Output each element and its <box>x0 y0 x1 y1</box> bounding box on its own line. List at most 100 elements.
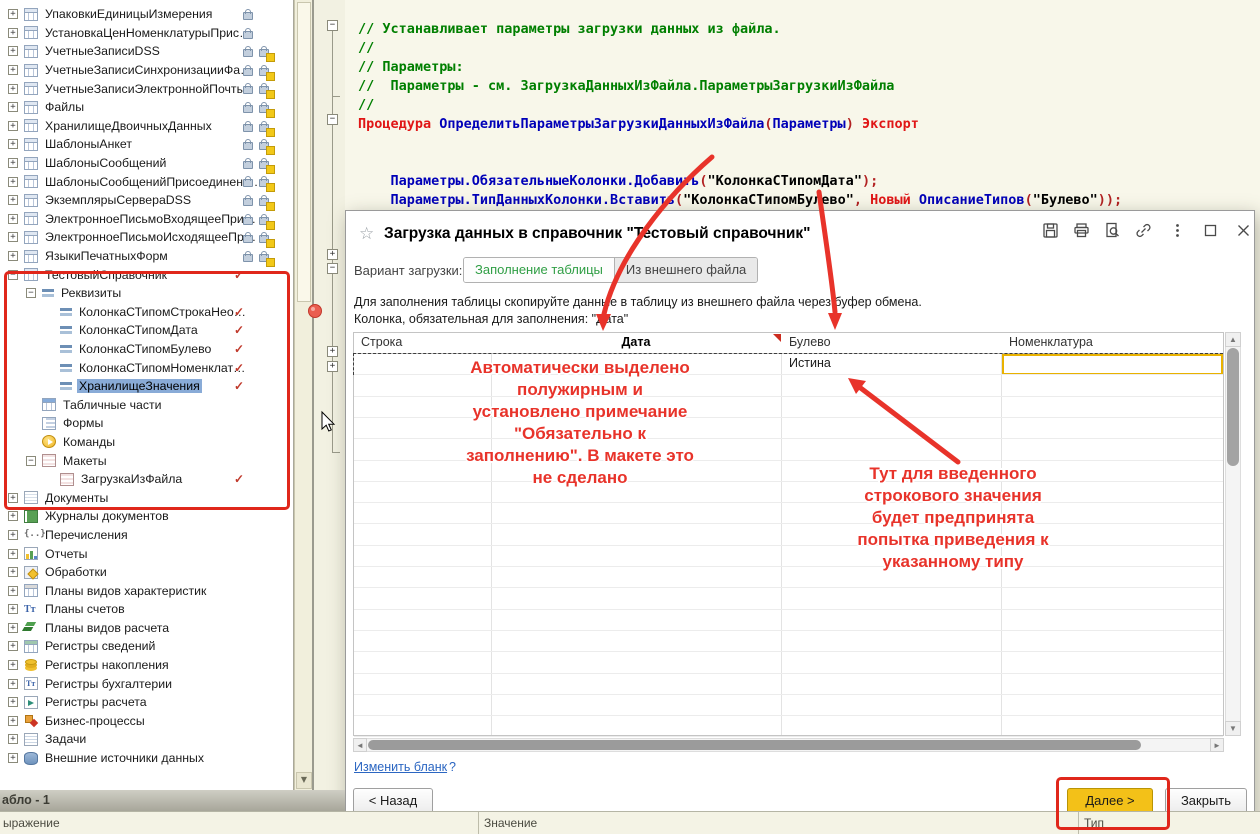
expand-icon[interactable]: + <box>8 604 18 614</box>
tree-item[interactable]: +УчетныеЗаписиСинхронизацииФа… <box>0 61 293 80</box>
tree-scrollbar-thumb[interactable] <box>297 2 311 302</box>
cell-bool-value[interactable]: Истина <box>789 356 831 370</box>
save-icon[interactable] <box>1041 221 1063 243</box>
tree-scrollbar-down-icon[interactable]: ▼ <box>296 772 312 789</box>
tree-vertical-scrollbar[interactable]: ▼ <box>294 0 312 790</box>
tree-item[interactable]: +УчетныеЗаписиDSS <box>0 42 293 61</box>
tree-item[interactable]: + Регистры расчета <box>0 693 293 712</box>
tree-item[interactable]: +ШаблоныАнкет <box>0 135 293 154</box>
tree-item[interactable]: +ЭкземплярыСервераDSS <box>0 191 293 210</box>
scroll-right-icon[interactable]: ► <box>1210 738 1224 752</box>
column-header-3[interactable]: Булево <box>789 332 993 353</box>
tree-item-label: Регистры сведений <box>43 639 157 653</box>
lock-icon <box>243 68 253 76</box>
tree-item[interactable]: +ЯзыкиПечатныхФорм <box>0 247 293 266</box>
code-text[interactable]: // Устанавливает параметры загрузки данн… <box>358 20 1122 210</box>
tree-item[interactable]: +Планы видов расчета <box>0 619 293 638</box>
cat-icon <box>24 175 38 188</box>
expand-icon[interactable]: + <box>8 660 18 670</box>
edit-blank-link[interactable]: Изменить бланк <box>354 760 447 774</box>
tree-item[interactable]: +Файлы <box>0 98 293 117</box>
tree-item[interactable]: +Перечисления <box>0 526 293 545</box>
tab-from-external-file[interactable]: Из внешнего файла <box>615 258 757 282</box>
tree-item[interactable]: +Внешние источники данных <box>0 749 293 768</box>
expand-icon[interactable]: + <box>8 139 18 149</box>
tree-item-label: Регистры расчета <box>43 695 149 709</box>
expand-icon[interactable]: + <box>8 623 18 633</box>
expand-icon[interactable]: + <box>8 46 18 56</box>
tree-item[interactable]: +ЭлектронноеПисьмоВходящееПри… <box>0 210 293 229</box>
areg-icon <box>24 659 38 672</box>
active-cell-outline[interactable] <box>1002 354 1223 375</box>
fold-collapse-icon[interactable]: − <box>327 263 338 274</box>
expand-icon[interactable]: + <box>8 530 18 540</box>
scroll-down-icon[interactable]: ▼ <box>1225 721 1241 736</box>
print-icon[interactable] <box>1072 221 1094 243</box>
tree-item[interactable]: +ХранилищеДвоичныхДанных <box>0 117 293 136</box>
expand-icon[interactable]: + <box>8 641 18 651</box>
column-header-2[interactable]: Дата <box>499 332 773 353</box>
expand-icon[interactable]: + <box>8 65 18 75</box>
expand-icon[interactable]: + <box>8 102 18 112</box>
expand-icon[interactable]: + <box>8 734 18 744</box>
expand-icon[interactable]: + <box>8 195 18 205</box>
ireg-icon <box>24 640 38 653</box>
tree-item[interactable]: +Планы счетов <box>0 600 293 619</box>
tree-item-label: УчетныеЗаписиЭлектроннойПочты <box>43 82 247 96</box>
cat-icon <box>24 119 38 132</box>
expand-icon[interactable]: + <box>8 232 18 242</box>
fold-expand-icon[interactable]: + <box>327 346 338 357</box>
tree-item[interactable]: +Регистры бухгалтерии <box>0 674 293 693</box>
column-header-1[interactable]: Строка <box>361 332 483 353</box>
expand-icon[interactable]: + <box>8 251 18 261</box>
tab-fill-table[interactable]: Заполнение таблицы <box>464 258 615 282</box>
help-link[interactable]: ? <box>449 760 456 774</box>
tree-item-label: ШаблоныСообщенийПрисоединенн… <box>43 175 264 189</box>
load-variant-toggle: Заполнение таблицы Из внешнего файла <box>463 257 758 283</box>
fold-collapse-icon[interactable]: − <box>327 114 338 125</box>
fold-collapse-icon[interactable]: − <box>327 20 338 31</box>
tree-item[interactable]: + УчетныеЗаписиЭлектроннойПочты <box>0 79 293 98</box>
expand-icon[interactable]: + <box>8 679 18 689</box>
link-icon[interactable] <box>1134 221 1156 243</box>
table-hscroll-thumb[interactable] <box>368 740 1141 750</box>
expand-icon[interactable]: + <box>8 697 18 707</box>
expand-icon[interactable]: + <box>8 84 18 94</box>
expand-icon[interactable]: + <box>8 567 18 577</box>
favorite-star-icon[interactable]: ☆ <box>359 224 374 244</box>
expand-icon[interactable]: + <box>8 28 18 38</box>
fold-expand-icon[interactable]: + <box>327 361 338 372</box>
maximize-icon[interactable] <box>1201 221 1223 243</box>
scroll-up-icon[interactable]: ▲ <box>1225 332 1241 347</box>
expand-icon[interactable]: + <box>8 716 18 726</box>
expand-icon[interactable]: + <box>8 549 18 559</box>
scroll-left-icon[interactable]: ◄ <box>353 738 367 752</box>
preview-icon[interactable] <box>1103 221 1125 243</box>
expand-icon[interactable]: + <box>8 214 18 224</box>
expand-icon[interactable]: + <box>8 177 18 187</box>
tree-item[interactable]: +Планы видов характеристик <box>0 581 293 600</box>
more-icon[interactable] <box>1168 221 1190 243</box>
fold-expand-icon[interactable]: + <box>327 249 338 260</box>
tree-item[interactable]: +УпаковкиЕдиницыИзмерения <box>0 5 293 24</box>
expand-icon[interactable]: + <box>8 586 18 596</box>
expand-icon[interactable]: + <box>8 158 18 168</box>
tree-item[interactable]: + Регистры сведений <box>0 637 293 656</box>
close-icon[interactable] <box>1234 221 1256 243</box>
tree-item[interactable]: +Бизнес-процессы <box>0 712 293 731</box>
expand-icon[interactable]: + <box>8 511 18 521</box>
table-vscroll-thumb[interactable] <box>1227 348 1239 466</box>
tree-item[interactable]: +Регистры накопления <box>0 656 293 675</box>
tree-item[interactable]: +ШаблоныСообщений <box>0 154 293 173</box>
expand-icon[interactable]: + <box>8 9 18 19</box>
column-header-4[interactable]: Номенклатура <box>1009 332 1215 353</box>
tree-item[interactable]: +УстановкаЦенНоменклатурыПрис… <box>0 24 293 43</box>
expand-icon[interactable]: + <box>8 121 18 131</box>
tree-item[interactable]: +Отчеты <box>0 544 293 563</box>
expand-icon[interactable]: + <box>8 753 18 763</box>
tree-item[interactable]: + ШаблоныСообщенийПрисоединенн… <box>0 172 293 191</box>
tree-item[interactable]: +Обработки <box>0 563 293 582</box>
tree-item[interactable]: +Задачи <box>0 730 293 749</box>
table-row-line <box>354 736 1223 737</box>
tree-item[interactable]: +ЭлектронноеПисьмоИсходящееПр… <box>0 228 293 247</box>
